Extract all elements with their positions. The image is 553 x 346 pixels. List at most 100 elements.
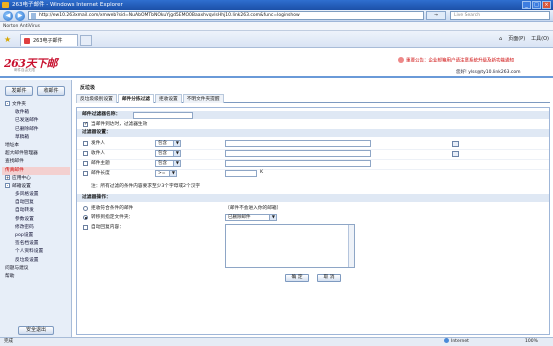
reject-radio[interactable] — [83, 206, 88, 211]
norton-toolbar-label[interactable]: Norton AntiVirus — [3, 24, 40, 29]
sidebar-item[interactable]: 收件箱 — [2, 109, 70, 117]
url-input[interactable]: http://ew10.263xmail.com/xmweb?sid=NuAbO… — [28, 11, 424, 20]
close-button[interactable]: × — [542, 1, 551, 9]
condition-checkbox[interactable] — [83, 161, 88, 166]
address-book-icon[interactable] — [452, 150, 459, 157]
condition-value-input[interactable] — [225, 160, 371, 167]
apply-on-arrival-checkbox[interactable] — [83, 121, 88, 127]
condition-operator-select-value: 包含 — [158, 161, 167, 166]
sidebar-item[interactable]: - 邮箱设置 — [2, 182, 70, 191]
condition-operator-select[interactable]: 包含 ▼ — [155, 140, 181, 147]
sidebar-item[interactable]: pop设置 — [2, 232, 70, 240]
collapse-icon[interactable]: - — [5, 101, 10, 106]
condition-field-label: 收件人 — [91, 151, 106, 156]
content-tab[interactable]: 邮件分拣过滤 — [117, 94, 154, 103]
compose-button[interactable]: 发邮件 — [5, 86, 33, 96]
expand-icon[interactable]: + — [5, 174, 10, 180]
sidebar-item-label: 自动回复 — [15, 200, 34, 206]
receive-button[interactable]: 收邮件 — [37, 86, 65, 96]
size-checkbox[interactable] — [83, 171, 88, 176]
condition-checkbox[interactable] — [83, 141, 88, 146]
content-tab[interactable]: 反垃圾级别设置 — [76, 94, 117, 103]
sidebar-item[interactable]: 已发送邮件 — [2, 117, 70, 125]
reject-note: （邮件不会进入你的邮箱） — [225, 206, 282, 211]
go-button[interactable]: → — [426, 11, 446, 20]
conditions-hint: 注：所有过滤的条件内容要求至少3个字母或2个汉字 — [91, 184, 201, 189]
sidebar-item-label: 草稿箱 — [15, 134, 30, 140]
nav-buttons: ◀ ▶ — [3, 11, 25, 21]
site-favicon-icon — [24, 38, 30, 44]
status-bar: 完成 Internet 100% — [0, 337, 553, 346]
ok-button[interactable]: 确 定 — [285, 274, 309, 282]
sidebar-item[interactable]: + 应用中心 — [2, 174, 70, 183]
zone-label: Internet — [451, 339, 469, 344]
back-arrow-icon[interactable]: ◀ — [3, 11, 13, 21]
ie-icon — [2, 2, 9, 8]
page-menu[interactable]: 页面(P) — [508, 35, 525, 44]
condition-operator-select-value: 包含 — [158, 151, 167, 156]
sidebar-item-label: 查找邮件 — [5, 159, 24, 165]
sidebar-item-label: 邮箱设置 — [12, 183, 31, 189]
maximize-button[interactable]: □ — [532, 1, 541, 9]
command-bar: ⌂ 页面(P) 工具(O) — [499, 35, 549, 44]
address-book-icon[interactable] — [452, 140, 459, 147]
sidebar-item[interactable]: 个人资料设置 — [2, 248, 70, 256]
condition-checkbox[interactable] — [83, 151, 88, 156]
search-input[interactable]: Live Search — [450, 11, 550, 20]
page-title: 反垃圾 — [80, 85, 96, 91]
size-field-label: 邮件长度 — [91, 171, 110, 176]
forward-arrow-icon[interactable]: ▶ — [15, 11, 25, 21]
tools-menu[interactable]: 工具(O) — [531, 35, 549, 44]
sidebar-item[interactable]: 已删除邮件 — [2, 126, 70, 134]
window-title: 263电子邮件 - Windows Internet Explorer — [12, 2, 123, 8]
sidebar-item[interactable]: 地址本 — [2, 142, 70, 150]
sidebar-item[interactable]: 帮助 — [2, 273, 70, 281]
notice-link[interactable]: 重要公告：企业邮箱用户请注意系统升级及新功能通知 — [398, 57, 550, 64]
cancel-button[interactable]: 取 消 — [317, 274, 341, 282]
sidebar-item[interactable]: 反垃圾设置 — [2, 257, 70, 265]
move-radio[interactable] — [83, 215, 88, 220]
window-title-bar: 263电子邮件 - Windows Internet Explorer _ □ … — [0, 0, 553, 10]
autoreply-textarea[interactable] — [225, 224, 355, 268]
condition-operator-select[interactable]: 包含 ▼ — [155, 150, 181, 157]
sidebar-item-label: 签名档设置 — [15, 241, 39, 247]
sidebar-item[interactable]: 自动转发 — [2, 207, 70, 215]
row-divider — [77, 168, 549, 170]
condition-field-label: 邮件主题 — [91, 161, 110, 166]
sidebar-item[interactable]: 传真邮件 — [2, 166, 70, 175]
size-value-input[interactable] — [225, 170, 257, 177]
sidebar-item[interactable]: 签名档设置 — [2, 240, 70, 248]
home-icon[interactable]: ⌂ — [499, 35, 502, 44]
move-folder-select[interactable]: 已删除邮件 ▼ — [225, 214, 277, 221]
content-tab[interactable]: 不明文件夹提醒 — [182, 94, 224, 103]
sidebar-item[interactable]: 参数设置 — [2, 216, 70, 224]
sidebar-item-label: 参数设置 — [15, 216, 34, 222]
sidebar-item[interactable]: 查找邮件 — [2, 158, 70, 166]
filter-name-input[interactable] — [133, 111, 193, 119]
condition-value-input[interactable] — [225, 150, 371, 157]
minimize-button[interactable]: _ — [522, 1, 531, 9]
logout-button[interactable]: 安全退出 — [18, 326, 54, 335]
sidebar-item[interactable]: 自动回复 — [2, 199, 70, 207]
condition-value-input[interactable] — [225, 140, 371, 147]
size-operator-select[interactable]: >= ▼ — [155, 170, 177, 177]
sidebar-item[interactable]: 草稿箱 — [2, 134, 70, 142]
zoom-level[interactable]: 100% — [525, 338, 538, 346]
sidebar-item[interactable]: 超大邮件管理器 — [2, 150, 70, 158]
content-tab[interactable]: 拒收设置 — [154, 94, 182, 103]
conditions-label: 过滤器设置： — [82, 130, 111, 135]
new-tab-button[interactable] — [80, 35, 92, 46]
sidebar-item[interactable]: 修改密码 — [2, 224, 70, 232]
user-greeting: 您好! ylss@ty10.link263.com — [456, 70, 521, 75]
sidebar-item[interactable]: - 文件夹 — [2, 101, 70, 109]
browser-tab-active[interactable]: 263电子邮件 — [20, 34, 78, 46]
collapse-icon[interactable]: - — [5, 182, 10, 188]
autoreply-label: 自动回复内容： — [91, 225, 124, 230]
sidebar-item-label: 文件夹 — [12, 102, 27, 107]
favorites-star-icon[interactable]: ★ — [4, 35, 14, 44]
condition-operator-select[interactable]: 包含 ▼ — [155, 160, 181, 167]
autoreply-checkbox[interactable] — [83, 225, 88, 230]
sidebar-item[interactable]: 多风格设置 — [2, 191, 70, 199]
sidebar-item[interactable]: 问题与建议 — [2, 265, 70, 273]
textarea-scrollbar[interactable] — [348, 225, 354, 267]
